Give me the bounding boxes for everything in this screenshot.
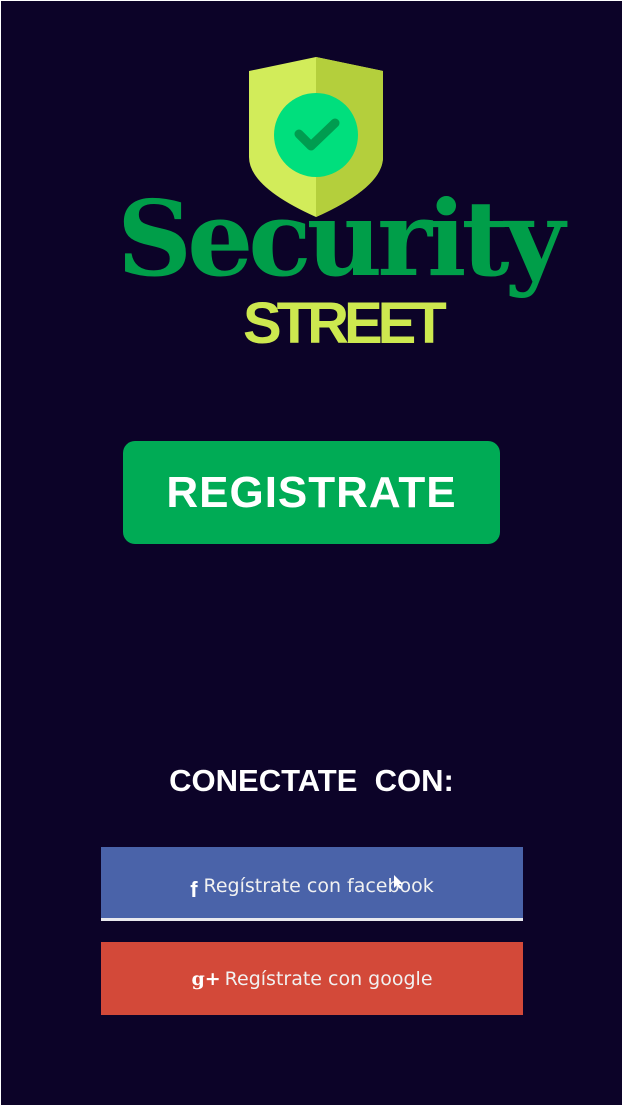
logo-wordmark-street: STREET: [243, 291, 447, 356]
app-screen: Security STREET REGISTRATE CONECTATE CON…: [1, 1, 622, 1105]
connect-with-heading: CONECTATE CON:: [169, 763, 454, 798]
mouse-cursor-icon: [394, 875, 403, 889]
facebook-register-button[interactable]: f Regístrate con facebook: [101, 847, 523, 921]
register-button[interactable]: REGISTRATE: [123, 441, 500, 544]
logo-wordmark-security: Security: [117, 177, 565, 300]
facebook-icon: f: [190, 876, 198, 902]
google-register-button[interactable]: g+ Regístrate con google: [101, 942, 523, 1015]
google-button-label: Regístrate con google: [224, 967, 433, 990]
google-plus-icon: g+: [191, 967, 221, 990]
